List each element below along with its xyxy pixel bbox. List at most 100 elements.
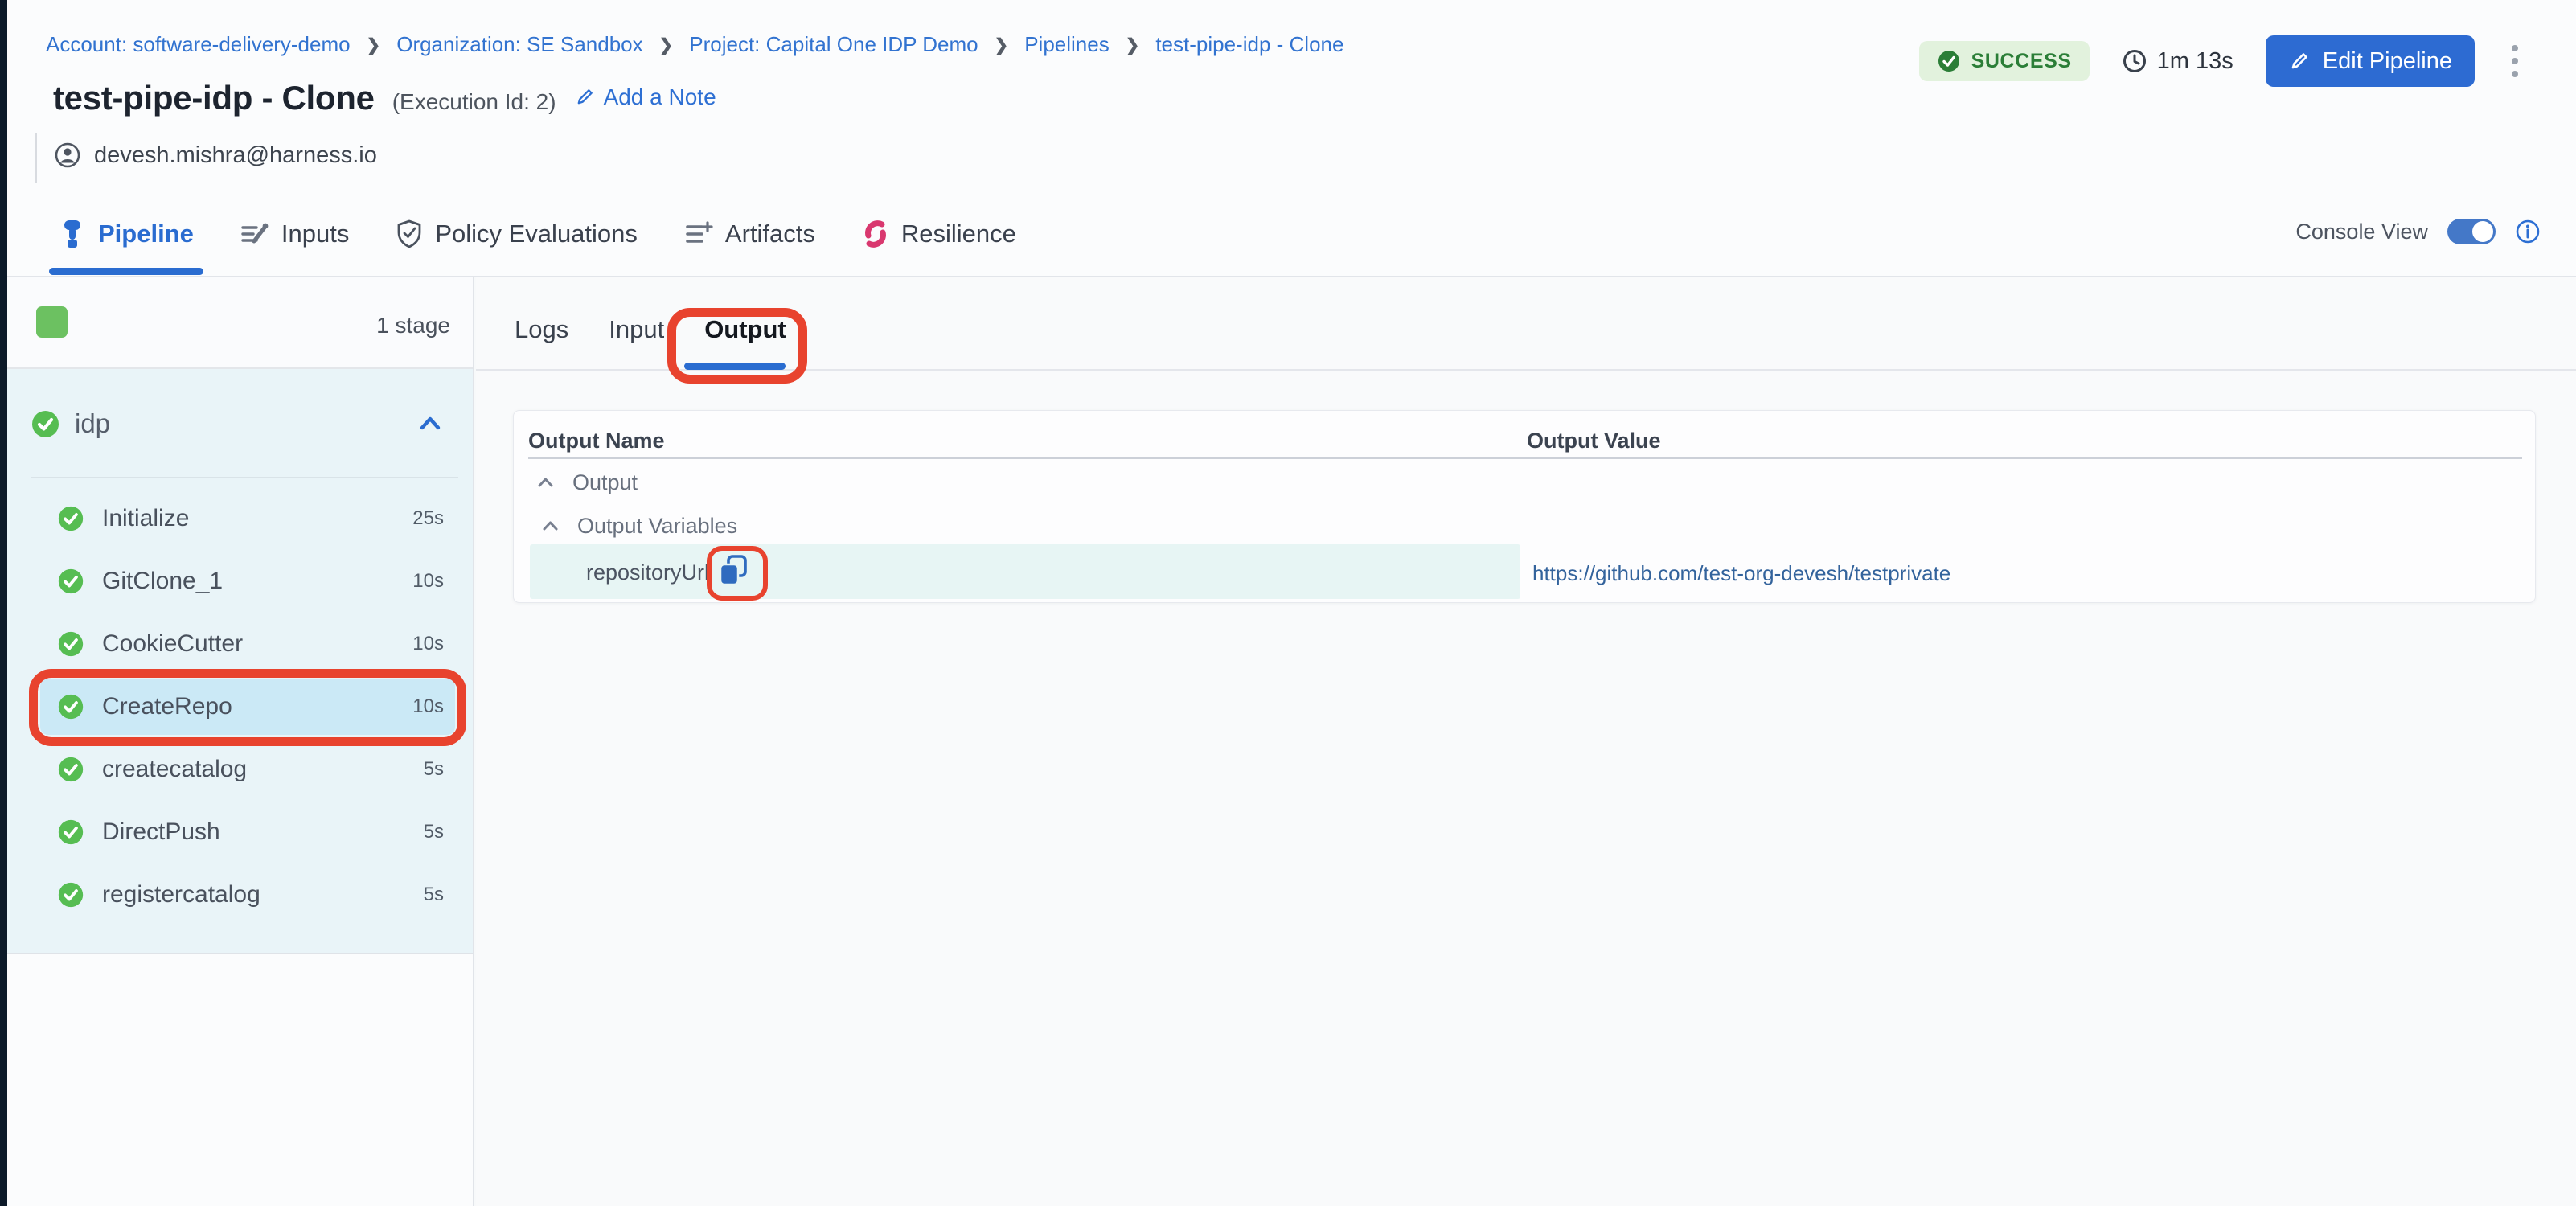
add-note-label: Add a Note — [604, 84, 716, 110]
active-tab-indicator — [49, 268, 203, 275]
step-duration: 5s — [424, 821, 444, 843]
active-tab-indicator — [684, 363, 786, 370]
chevron-up-icon — [541, 519, 560, 533]
header-actions: SUCCESS 1m 13s Edit Pipeline — [1919, 35, 2523, 87]
tab-output[interactable]: Output — [704, 315, 786, 344]
stage-sidebar: 1 stage idp Initialize 25s GitClone_1 — [7, 277, 474, 1206]
tab-inputs-label: Inputs — [281, 219, 349, 248]
breadcrumb-execution[interactable]: test-pipe-idp - Clone — [1155, 32, 1343, 57]
step-duration: 10s — [412, 570, 444, 593]
status-badge-label: SUCCESS — [1971, 50, 2072, 73]
step-row-directpush[interactable]: DirectPush 5s — [7, 801, 473, 863]
resilience-chaos-icon — [862, 220, 889, 248]
info-icon[interactable] — [2515, 219, 2541, 244]
tab-inputs[interactable]: Inputs — [240, 219, 349, 248]
step-row-gitclone[interactable]: GitClone_1 10s — [7, 550, 473, 613]
tab-logs[interactable]: Logs — [515, 315, 568, 344]
step-name: registercatalog — [102, 881, 424, 909]
stage-summary-bar: 1 stage — [7, 277, 473, 369]
breadcrumb-separator-icon: ❯ — [1126, 35, 1140, 55]
step-name: GitClone_1 — [102, 568, 412, 595]
stage-count-label: 1 stage — [376, 313, 450, 338]
success-check-icon — [57, 693, 84, 720]
tab-policy-evaluations[interactable]: Policy Evaluations — [396, 219, 638, 248]
execution-duration: 1m 13s — [2122, 48, 2233, 75]
left-nav-rail — [0, 0, 7, 1206]
edit-pipeline-button[interactable]: Edit Pipeline — [2266, 35, 2475, 87]
breadcrumb-account[interactable]: Account: software-delivery-demo — [46, 32, 351, 57]
step-row-cookiecutter[interactable]: CookieCutter 10s — [7, 613, 473, 675]
breadcrumb-project[interactable]: Project: Capital One IDP Demo — [689, 32, 978, 57]
breadcrumb-separator-icon: ❯ — [659, 35, 674, 55]
chevron-up-icon — [536, 475, 555, 490]
success-check-icon — [57, 818, 84, 846]
step-name: Initialize — [102, 505, 412, 532]
tree-group-label: Output — [572, 470, 638, 495]
step-name: CreateRepo — [102, 693, 412, 720]
execution-title-row: test-pipe-idp - Clone (Execution Id: 2) … — [53, 79, 716, 117]
step-row-registercatalog[interactable]: registercatalog 5s — [7, 863, 473, 926]
tab-pipeline[interactable]: Pipeline — [59, 219, 194, 248]
step-details-tab-bar: Logs Input Output — [476, 277, 2576, 371]
step-duration: 5s — [424, 758, 444, 781]
step-row-initialize[interactable]: Initialize 25s — [7, 487, 473, 550]
success-check-icon — [57, 568, 84, 595]
step-duration: 5s — [424, 884, 444, 906]
breadcrumb-pipelines[interactable]: Pipelines — [1024, 32, 1110, 57]
tree-group-output-variables[interactable]: Output Variables — [541, 514, 737, 538]
tab-artifacts-label: Artifacts — [725, 219, 815, 248]
tab-resilience[interactable]: Resilience — [862, 219, 1016, 248]
pencil-icon — [2288, 50, 2311, 72]
pencil-icon — [574, 86, 596, 108]
pipeline-icon — [59, 219, 86, 248]
breadcrumb-separator-icon: ❯ — [995, 35, 1009, 55]
breadcrumb-separator-icon: ❯ — [367, 35, 381, 55]
variable-name-repositoryurl: repositoryUrl — [586, 560, 709, 585]
copy-value-button[interactable] — [716, 552, 750, 589]
divider — [35, 133, 37, 183]
step-duration: 25s — [412, 507, 444, 530]
step-row-createcatalog[interactable]: createcatalog 5s — [7, 738, 473, 801]
success-check-icon — [57, 505, 84, 532]
more-options-button[interactable] — [2507, 40, 2523, 82]
step-details-panel: Logs Input Output Output Name Output Val… — [476, 277, 2576, 1206]
success-check-icon — [57, 881, 84, 909]
step-list: Initialize 25s GitClone_1 10s CookieCutt… — [7, 478, 473, 954]
tab-pipeline-label: Pipeline — [98, 219, 194, 248]
tab-input[interactable]: Input — [609, 315, 664, 344]
output-table-card: Output Name Output Value Output Output V… — [513, 410, 2536, 603]
execution-tab-bar: Pipeline Inputs Policy Evaluations Artif… — [59, 209, 1016, 259]
step-duration: 10s — [412, 633, 444, 655]
stage-name-label: idp — [75, 408, 416, 439]
step-row-createrepo[interactable]: CreateRepo 10s — [7, 675, 473, 738]
triggered-by: devesh.mishra@harness.io — [54, 142, 377, 169]
console-view-toggle[interactable] — [2447, 219, 2496, 244]
duration-value: 1m 13s — [2157, 48, 2233, 75]
user-avatar-icon — [54, 142, 81, 169]
stage-status-square-icon[interactable] — [36, 306, 68, 338]
inputs-icon — [240, 220, 269, 248]
column-header-output-value: Output Value — [1527, 429, 1661, 453]
toggle-knob — [2472, 221, 2493, 242]
step-name: createcatalog — [102, 756, 424, 783]
execution-header: Account: software-delivery-demo ❯ Organi… — [7, 0, 2576, 277]
tree-group-label: Output Variables — [577, 514, 737, 539]
tab-policy-evaluations-label: Policy Evaluations — [435, 219, 638, 248]
success-check-icon — [57, 756, 84, 783]
edit-pipeline-label: Edit Pipeline — [2323, 48, 2452, 75]
stage-header-idp[interactable]: idp — [7, 369, 473, 478]
page-title: test-pipe-idp - Clone — [53, 79, 375, 117]
add-note-button[interactable]: Add a Note — [574, 84, 716, 110]
breadcrumb-organization[interactable]: Organization: SE Sandbox — [396, 32, 642, 57]
chevron-up-icon[interactable] — [416, 412, 444, 436]
breadcrumb: Account: software-delivery-demo ❯ Organi… — [46, 32, 1343, 57]
tab-resilience-label: Resilience — [901, 219, 1016, 248]
status-badge: SUCCESS — [1919, 41, 2090, 81]
divider — [528, 457, 2522, 459]
step-name: CookieCutter — [102, 630, 412, 658]
execution-id-label: (Execution Id: 2) — [392, 89, 556, 115]
tree-group-output[interactable]: Output — [536, 470, 638, 494]
variable-value-link[interactable]: https://github.com/test-org-devesh/testp… — [1532, 561, 1950, 586]
console-view-label: Console View — [2295, 219, 2428, 244]
tab-artifacts[interactable]: Artifacts — [684, 219, 815, 248]
